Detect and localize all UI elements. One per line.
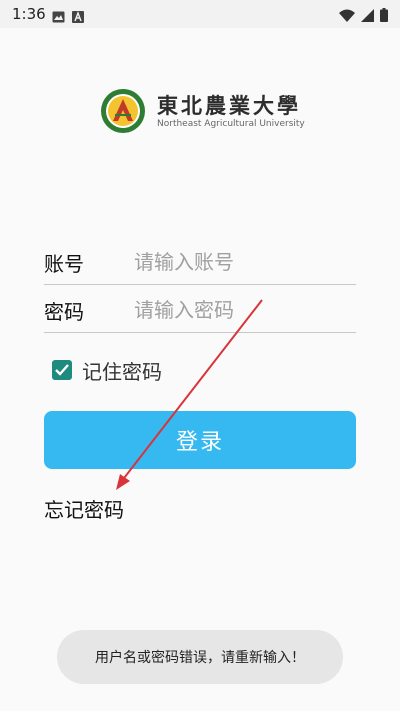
forgot-password-link[interactable]: 忘记密码 [44,494,124,523]
password-label: 密码 [44,300,84,324]
wifi-icon [339,7,355,26]
checkbox-checked-icon [52,360,72,380]
university-name-cn: 東北農業大學 [157,93,301,118]
a-icon [72,8,84,27]
remember-password-label: 记住密码 [82,359,162,384]
image-icon [52,8,65,27]
status-indicators [339,7,388,26]
university-seal-icon [100,88,146,134]
university-logo: 東北農業大學 Northeast Agricultural University [100,88,305,134]
account-input[interactable] [132,244,358,280]
status-bar: 1:36 [0,0,400,28]
status-time: 1:36 [12,5,46,23]
signal-icon [361,7,374,26]
password-input[interactable] [132,292,358,328]
university-name-en: Northeast Agricultural University [157,119,305,129]
remember-password-checkbox[interactable]: 记住密码 [52,356,162,384]
password-row: 密码 [44,284,358,333]
login-button[interactable]: 登录 [44,411,356,469]
account-row: 账号 [44,236,358,285]
battery-icon [380,7,388,26]
account-label: 账号 [44,252,84,276]
error-toast: 用户名或密码错误，请重新输入！ [57,630,343,684]
